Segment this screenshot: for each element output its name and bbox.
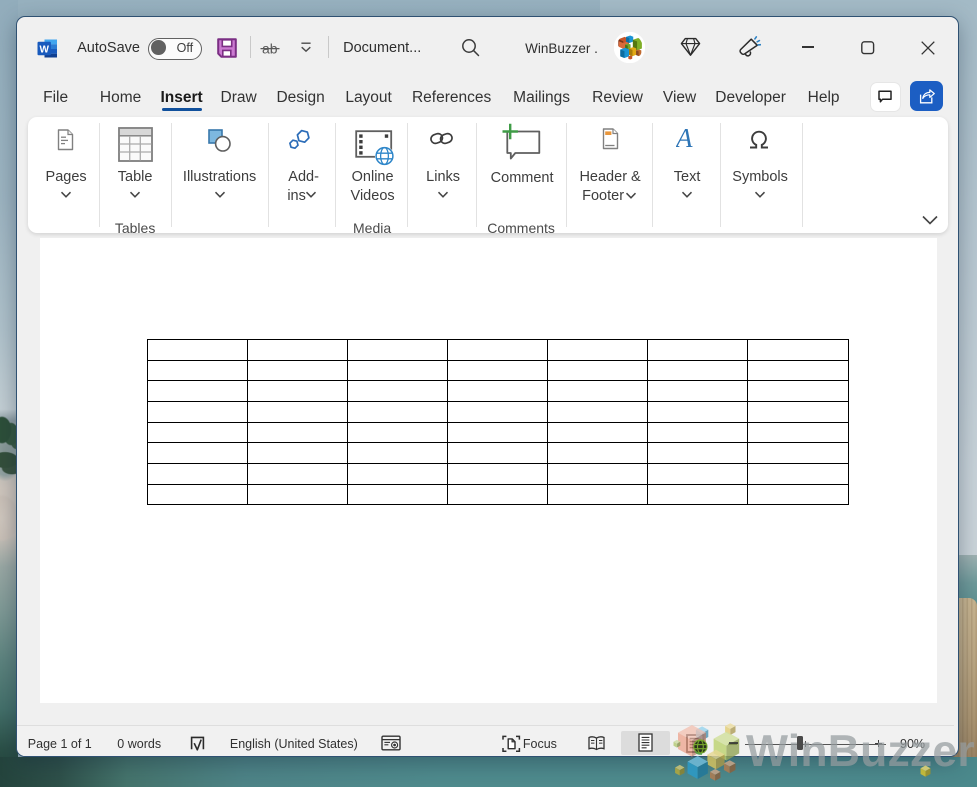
svg-text:W: W <box>39 44 49 55</box>
svg-text:A: A <box>676 126 693 152</box>
